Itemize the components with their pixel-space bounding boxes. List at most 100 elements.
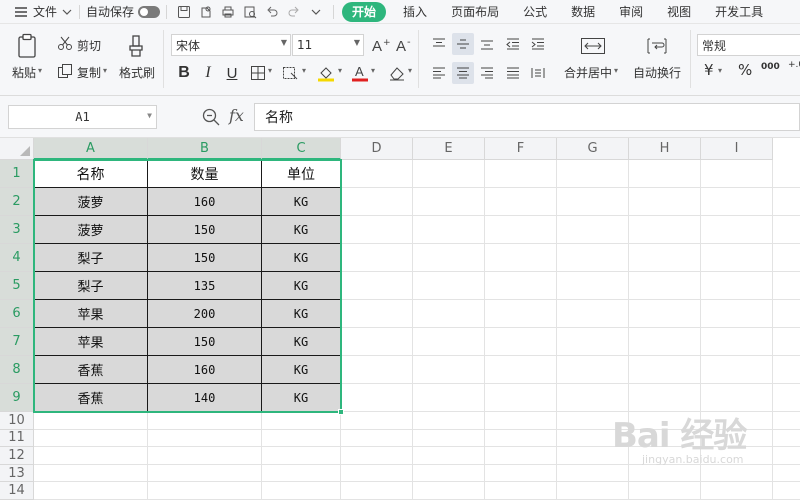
paste-dropdown-icon[interactable]: ▾	[38, 66, 42, 75]
row-header-1[interactable]: 1	[0, 160, 34, 188]
merge-center-button[interactable]: 合并居中	[564, 64, 612, 81]
align-center-icon[interactable]	[452, 62, 474, 84]
fill-color-icon[interactable]	[315, 62, 337, 84]
data-cell[interactable]: KG	[262, 328, 341, 356]
tab-insert[interactable]: 插入	[394, 0, 436, 24]
print-preview-icon[interactable]	[239, 0, 261, 24]
data-cell[interactable]: KG	[262, 216, 341, 244]
currency-format-button[interactable]: ¥	[704, 61, 714, 79]
insert-function-button[interactable]: fx	[229, 106, 244, 125]
row-header-9[interactable]: 9	[0, 384, 34, 412]
format-painter-button[interactable]: 格式刷	[119, 64, 155, 81]
number-format-select[interactable]: 常规	[697, 34, 800, 56]
quick-access-chevron-icon[interactable]	[305, 0, 327, 24]
font-color-dropdown-icon[interactable]: ▾	[371, 66, 375, 75]
autosave-toggle[interactable]: 自动保存	[86, 0, 161, 24]
clear-format-dropdown-icon[interactable]: ▾	[408, 66, 412, 75]
row-header-14[interactable]: 14	[0, 482, 34, 500]
row-header-6[interactable]: 6	[0, 300, 34, 328]
data-cell[interactable]: KG	[262, 384, 341, 412]
tab-formulas[interactable]: 公式	[514, 0, 556, 24]
redo-icon[interactable]	[283, 0, 305, 24]
merge-dropdown-icon[interactable]: ▾	[614, 66, 618, 75]
copy-dropdown-icon[interactable]: ▾	[103, 66, 107, 75]
row-header-4[interactable]: 4	[0, 244, 34, 272]
column-header-b[interactable]: B	[148, 138, 262, 160]
font-color-icon[interactable]: A	[349, 62, 371, 84]
data-cell[interactable]: 150	[148, 244, 262, 272]
clear-format-icon[interactable]	[386, 62, 408, 84]
row-header-11[interactable]: 11	[0, 429, 34, 448]
distributed-align-icon[interactable]	[527, 62, 549, 84]
align-middle-icon[interactable]	[452, 33, 474, 55]
align-top-icon[interactable]	[428, 33, 450, 55]
data-cell[interactable]: 200	[148, 300, 262, 328]
column-header-f[interactable]: F	[485, 138, 557, 160]
underline-icon[interactable]: U	[221, 62, 243, 84]
row-header-12[interactable]: 12	[0, 447, 34, 465]
row-header-8[interactable]: 8	[0, 356, 34, 384]
bold-icon[interactable]: B	[173, 62, 195, 84]
cell-style-icon[interactable]	[280, 62, 302, 84]
data-cell[interactable]: 150	[148, 328, 262, 356]
data-cell[interactable]: 菠萝	[34, 216, 148, 244]
wrap-text-icon[interactable]	[645, 34, 669, 58]
tab-review[interactable]: 审阅	[610, 0, 652, 24]
currency-dropdown-icon[interactable]: ▾	[718, 66, 722, 75]
font-name-select[interactable]: 宋体 ▼	[171, 34, 291, 56]
export-icon[interactable]	[195, 0, 217, 24]
formula-input[interactable]: 名称	[254, 103, 800, 131]
data-cell[interactable]: 苹果	[34, 300, 148, 328]
align-bottom-icon[interactable]	[476, 33, 498, 55]
copy-button[interactable]: 复制	[77, 64, 101, 81]
data-cell[interactable]: 梨子	[34, 244, 148, 272]
row-header-5[interactable]: 5	[0, 272, 34, 300]
increase-indent-icon[interactable]	[527, 33, 549, 55]
tab-home[interactable]: 开始	[342, 1, 387, 22]
column-header-a[interactable]: A	[34, 138, 148, 160]
data-cell[interactable]: KG	[262, 244, 341, 272]
column-header-i[interactable]: I	[701, 138, 773, 160]
borders-icon[interactable]	[247, 62, 269, 84]
column-header-h[interactable]: H	[629, 138, 701, 160]
save-icon[interactable]	[173, 0, 195, 24]
justify-icon[interactable]	[502, 62, 524, 84]
file-menu[interactable]: 文件	[14, 0, 73, 24]
data-cell[interactable]: 苹果	[34, 328, 148, 356]
thousands-separator-button[interactable]: 000	[761, 62, 780, 72]
data-cell[interactable]: 香蕉	[34, 356, 148, 384]
name-box[interactable]: A1 ▼	[8, 105, 157, 129]
data-cell[interactable]: KG	[262, 272, 341, 300]
row-header-13[interactable]: 13	[0, 464, 34, 483]
column-header-e[interactable]: E	[413, 138, 485, 160]
column-header-d[interactable]: D	[341, 138, 413, 160]
format-painter-icon[interactable]	[124, 32, 148, 60]
decrease-font-size-icon[interactable]: A-	[394, 34, 416, 56]
decrease-indent-icon[interactable]	[502, 33, 524, 55]
percent-format-button[interactable]: %	[738, 61, 752, 79]
header-cell[interactable]: 名称	[34, 160, 148, 188]
data-cell[interactable]: 梨子	[34, 272, 148, 300]
data-cell[interactable]: 150	[148, 216, 262, 244]
italic-icon[interactable]: I	[197, 62, 219, 84]
data-cell[interactable]: 香蕉	[34, 384, 148, 412]
tab-view[interactable]: 视图	[658, 0, 700, 24]
zoom-icon[interactable]	[202, 108, 220, 126]
tab-page-layout[interactable]: 页面布局	[442, 0, 508, 24]
undo-icon[interactable]	[261, 0, 283, 24]
header-cell[interactable]: 单位	[262, 160, 341, 188]
font-size-select[interactable]: 11 ▼	[292, 34, 364, 56]
data-cell[interactable]: 160	[148, 188, 262, 216]
data-cell[interactable]: 菠萝	[34, 188, 148, 216]
row-header-7[interactable]: 7	[0, 328, 34, 356]
increase-decimal-icon[interactable]: +.0	[788, 60, 800, 70]
data-cell[interactable]: KG	[262, 188, 341, 216]
borders-dropdown-icon[interactable]: ▾	[268, 66, 272, 75]
increase-font-size-icon[interactable]: A +	[370, 34, 392, 56]
align-left-icon[interactable]	[428, 62, 450, 84]
cell-style-dropdown-icon[interactable]: ▾	[302, 66, 306, 75]
header-cell[interactable]: 数量	[148, 160, 262, 188]
column-header-g[interactable]: G	[557, 138, 629, 160]
data-cell[interactable]: 160	[148, 356, 262, 384]
print-icon[interactable]	[217, 0, 239, 24]
